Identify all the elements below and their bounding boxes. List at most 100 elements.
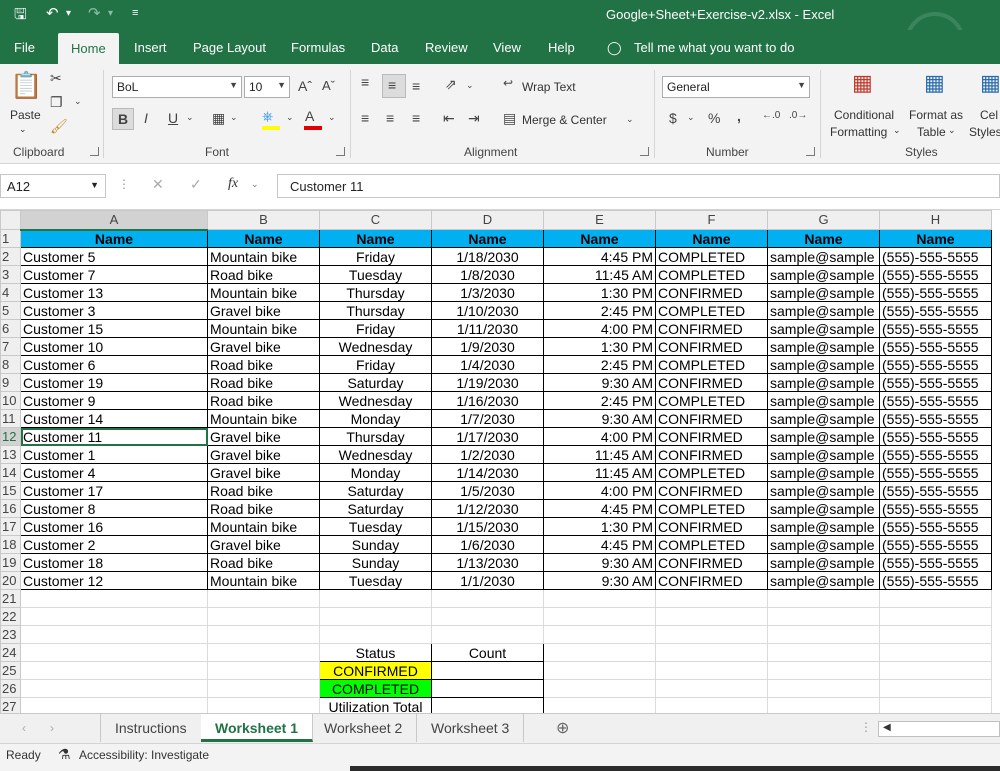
header-cell[interactable]: Name	[655, 229, 768, 248]
data-cell[interactable]: sample@sample	[767, 445, 880, 464]
empty-cell[interactable]	[431, 607, 544, 626]
data-cell[interactable]: (555)-555-5555	[879, 571, 992, 590]
clipboard-launcher-icon[interactable]	[90, 147, 99, 156]
align-center-icon[interactable]: ≡	[386, 110, 394, 126]
data-cell[interactable]: Saturday	[319, 499, 432, 518]
empty-cell[interactable]	[879, 643, 992, 662]
fill-color-dropdown-icon[interactable]: ⌄	[286, 112, 294, 123]
row-header[interactable]: 22	[0, 607, 21, 626]
data-cell[interactable]: 2:45 PM	[543, 391, 656, 410]
formula-input[interactable]: Customer 11	[277, 174, 1000, 198]
data-cell[interactable]: Customer 13	[20, 283, 208, 302]
data-cell[interactable]: Gravel bike	[207, 337, 320, 356]
data-cell[interactable]: Mountain bike	[207, 247, 320, 266]
data-cell[interactable]: Gravel bike	[207, 535, 320, 554]
data-cell[interactable]: Gravel bike	[207, 427, 320, 446]
data-cell[interactable]: Customer 15	[20, 319, 208, 338]
empty-cell[interactable]	[20, 643, 208, 662]
empty-cell[interactable]	[207, 697, 320, 713]
data-cell[interactable]: 1/14/2030	[431, 463, 544, 482]
copy-dropdown-icon[interactable]: ⌄	[74, 96, 82, 107]
empty-cell[interactable]	[20, 625, 208, 644]
column-header[interactable]: F	[655, 210, 768, 230]
header-cell[interactable]: Name	[431, 229, 544, 248]
font-size-select[interactable]: 10 ▼	[244, 76, 290, 98]
empty-cell[interactable]	[879, 679, 992, 698]
data-cell[interactable]: CONFIRMED	[655, 409, 768, 428]
row-header[interactable]: 2	[0, 247, 21, 266]
decrease-decimal-icon[interactable]: .0→	[789, 110, 807, 121]
empty-cell[interactable]	[879, 697, 992, 713]
data-cell[interactable]: 1/4/2030	[431, 355, 544, 374]
data-cell[interactable]: Customer 18	[20, 553, 208, 572]
insert-function-button[interactable]: fx	[228, 176, 238, 192]
data-cell[interactable]: (555)-555-5555	[879, 301, 992, 320]
paste-button[interactable]: Paste	[10, 108, 41, 122]
tab-page-layout[interactable]: Page Layout	[193, 40, 266, 55]
data-cell[interactable]: 4:45 PM	[543, 535, 656, 554]
empty-cell[interactable]	[431, 625, 544, 644]
empty-cell[interactable]	[767, 661, 880, 680]
data-cell[interactable]: Road bike	[207, 355, 320, 374]
undo-dropdown-icon[interactable]: ▾	[66, 8, 71, 19]
data-cell[interactable]: Thursday	[319, 427, 432, 446]
accessibility-status[interactable]: Accessibility: Investigate	[79, 748, 209, 762]
row-header[interactable]: 21	[0, 589, 21, 608]
orientation-dropdown-icon[interactable]: ⌄	[466, 80, 474, 91]
data-cell[interactable]: 1/9/2030	[431, 337, 544, 356]
data-cell[interactable]: Road bike	[207, 553, 320, 572]
data-cell[interactable]: COMPLETED	[655, 499, 768, 518]
tab-home[interactable]: Home	[58, 33, 119, 64]
wrap-text-icon[interactable]: ↩	[503, 76, 513, 90]
data-cell[interactable]: CONFIRMED	[655, 445, 768, 464]
data-cell[interactable]: Road bike	[207, 265, 320, 284]
data-cell[interactable]: 1/10/2030	[431, 301, 544, 320]
data-cell[interactable]: Customer 3	[20, 301, 208, 320]
align-middle-button[interactable]: ≡	[382, 74, 406, 98]
row-header[interactable]: 20	[0, 571, 21, 590]
empty-cell[interactable]	[20, 661, 208, 680]
empty-cell[interactable]	[879, 625, 992, 644]
data-cell[interactable]: 1:30 PM	[543, 337, 656, 356]
empty-cell[interactable]	[207, 607, 320, 626]
format-as-table-icon[interactable]: ▦	[924, 70, 945, 96]
data-cell[interactable]: Gravel bike	[207, 445, 320, 464]
data-cell[interactable]: Wednesday	[319, 445, 432, 464]
decrease-font-icon[interactable]: Aˇ	[322, 78, 335, 93]
data-cell[interactable]: (555)-555-5555	[879, 553, 992, 572]
data-cell[interactable]: (555)-555-5555	[879, 337, 992, 356]
data-cell[interactable]: Tuesday	[319, 517, 432, 536]
empty-cell[interactable]	[767, 697, 880, 713]
redo-icon[interactable]: ↷	[88, 4, 101, 22]
data-cell[interactable]: 1/11/2030	[431, 319, 544, 338]
data-cell[interactable]: 1/8/2030	[431, 265, 544, 284]
data-cell[interactable]: Friday	[319, 247, 432, 266]
data-cell[interactable]: Wednesday	[319, 391, 432, 410]
data-cell[interactable]: Sunday	[319, 535, 432, 554]
data-cell[interactable]: (555)-555-5555	[879, 409, 992, 428]
number-launcher-icon[interactable]	[806, 147, 815, 156]
row-header[interactable]: 10	[0, 391, 21, 410]
row-header[interactable]: 1	[0, 229, 21, 248]
align-right-icon[interactable]: ≡	[412, 110, 420, 126]
empty-cell[interactable]	[655, 679, 768, 698]
utilization-total-cell[interactable]: Utilization Total	[319, 697, 432, 713]
function-dropdown-icon[interactable]: ⌄	[251, 179, 259, 190]
data-cell[interactable]: 1/1/2030	[431, 571, 544, 590]
sheet-tab-worksheet-2[interactable]: Worksheet 2	[310, 714, 418, 742]
data-cell[interactable]: 9:30 AM	[543, 409, 656, 428]
data-cell[interactable]: 1/12/2030	[431, 499, 544, 518]
row-header[interactable]: 26	[0, 679, 21, 698]
data-cell[interactable]: Gravel bike	[207, 301, 320, 320]
data-cell[interactable]: Customer 10	[20, 337, 208, 356]
data-cell[interactable]: Customer 16	[20, 517, 208, 536]
data-cell[interactable]: (555)-555-5555	[879, 463, 992, 482]
column-header[interactable]: B	[207, 210, 320, 230]
data-cell[interactable]: sample@sample	[767, 535, 880, 554]
enter-icon[interactable]: ✓	[190, 176, 202, 193]
tab-data[interactable]: Data	[371, 40, 398, 55]
data-cell[interactable]: 1/15/2030	[431, 517, 544, 536]
data-cell[interactable]: sample@sample	[767, 391, 880, 410]
data-cell[interactable]: Customer 11	[20, 427, 208, 446]
sheet-tab-worksheet-1[interactable]: Worksheet 1	[201, 714, 313, 742]
